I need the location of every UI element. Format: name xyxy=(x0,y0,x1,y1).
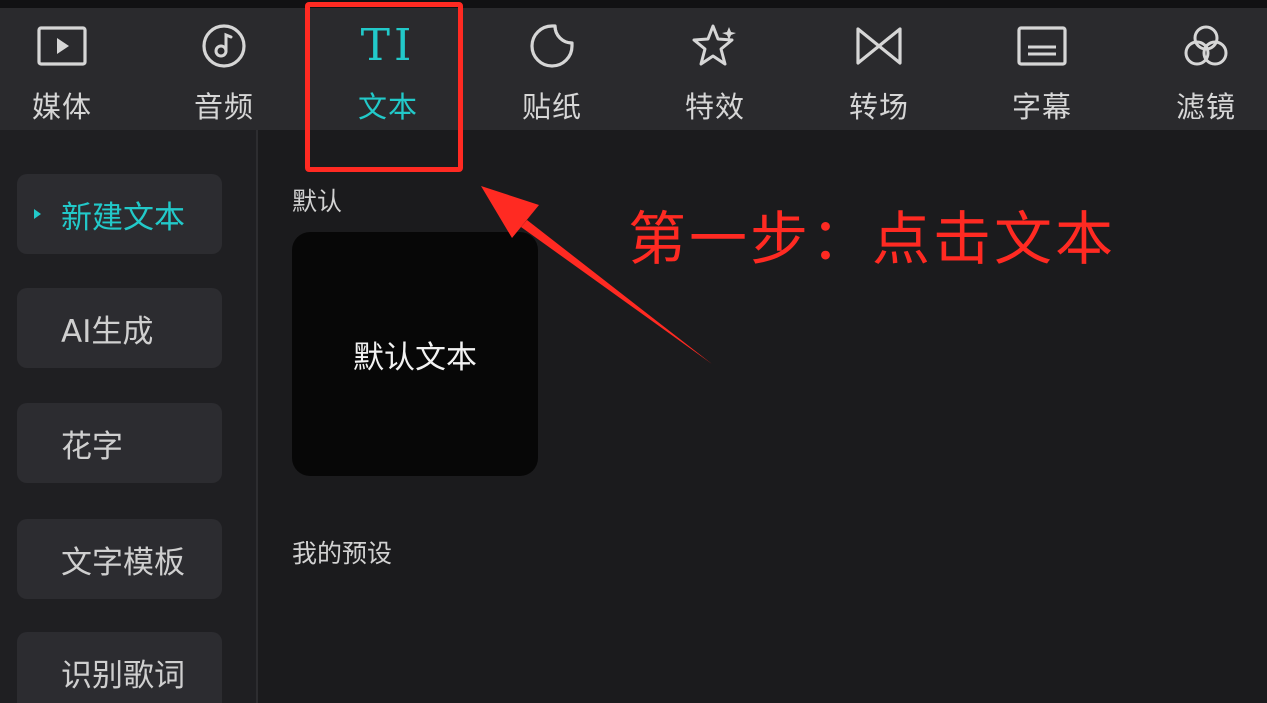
filter-icon xyxy=(1178,22,1234,70)
active-indicator-icon xyxy=(34,209,41,219)
transition-icon xyxy=(851,22,907,70)
effects-icon xyxy=(687,22,743,70)
text-category-sidebar: 新建文本 AI生成 花字 文字模板 识别歌词 xyxy=(0,130,258,703)
sidebar-item-label: 新建文本 xyxy=(61,199,185,236)
text-icon: TI xyxy=(360,20,416,71)
media-icon xyxy=(34,22,90,70)
tab-media-label: 媒体 xyxy=(31,90,92,124)
sidebar-item-text-templates[interactable]: 文字模板 xyxy=(17,519,222,599)
tab-transition[interactable]: 转场 xyxy=(819,22,939,126)
editor-window: 媒体 音频 TI 文本 贴纸 特效 转场 字幕 滤镜 新建文本 AI生成 花字 … xyxy=(0,0,1267,703)
default-text-card[interactable]: 默认文本 xyxy=(292,232,538,476)
sidebar-item-recognize-lyrics[interactable]: 识别歌词 xyxy=(17,632,222,703)
tab-text[interactable]: TI 文本 xyxy=(328,22,448,126)
sticker-icon xyxy=(524,22,580,70)
annotation-text: 第一步：点击文本 xyxy=(628,205,1117,273)
top-toolbar: 媒体 音频 TI 文本 贴纸 特效 转场 字幕 滤镜 xyxy=(0,0,1267,130)
default-section-title: 默认 xyxy=(292,187,343,216)
tab-subtitle[interactable]: 字幕 xyxy=(982,22,1102,126)
audio-icon xyxy=(196,22,252,70)
sidebar-item-fancy-text[interactable]: 花字 xyxy=(17,403,222,483)
tab-subtitle-label: 字幕 xyxy=(1011,90,1072,124)
tab-sticker-label: 贴纸 xyxy=(521,90,582,124)
presets-section-title: 我的预设 xyxy=(292,539,393,568)
sidebar-item-ai-generate[interactable]: AI生成 xyxy=(17,288,222,368)
tab-effects-label: 特效 xyxy=(684,90,745,124)
sidebar-item-new-text[interactable]: 新建文本 xyxy=(17,174,222,254)
tab-transition-label: 转场 xyxy=(848,90,909,124)
sidebar-item-label: 识别歌词 xyxy=(61,657,185,694)
sidebar-item-label: 花字 xyxy=(61,428,123,465)
tab-sticker[interactable]: 贴纸 xyxy=(492,22,612,126)
tab-media[interactable]: 媒体 xyxy=(2,22,122,126)
tab-effects[interactable]: 特效 xyxy=(655,22,775,126)
tab-audio[interactable]: 音频 xyxy=(164,22,284,126)
subtitle-icon xyxy=(1014,22,1070,70)
tab-filter-label: 滤镜 xyxy=(1175,90,1236,124)
tab-filter[interactable]: 滤镜 xyxy=(1146,22,1266,126)
sidebar-item-label: AI生成 xyxy=(61,313,154,350)
tab-audio-label: 音频 xyxy=(193,90,254,124)
sidebar-item-label: 文字模板 xyxy=(61,544,185,581)
tab-text-label: 文本 xyxy=(357,90,418,124)
default-text-card-label: 默认文本 xyxy=(353,339,477,376)
